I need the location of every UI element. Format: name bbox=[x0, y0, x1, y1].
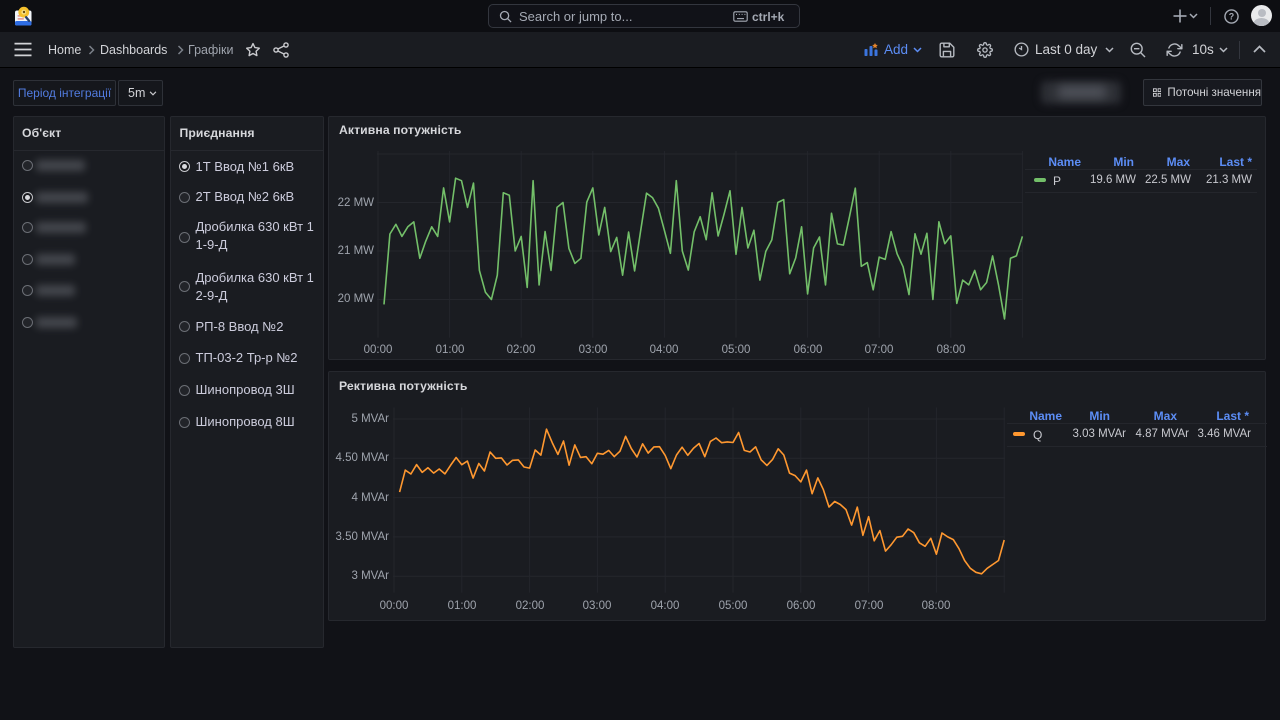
svg-text:?: ? bbox=[1229, 12, 1234, 22]
